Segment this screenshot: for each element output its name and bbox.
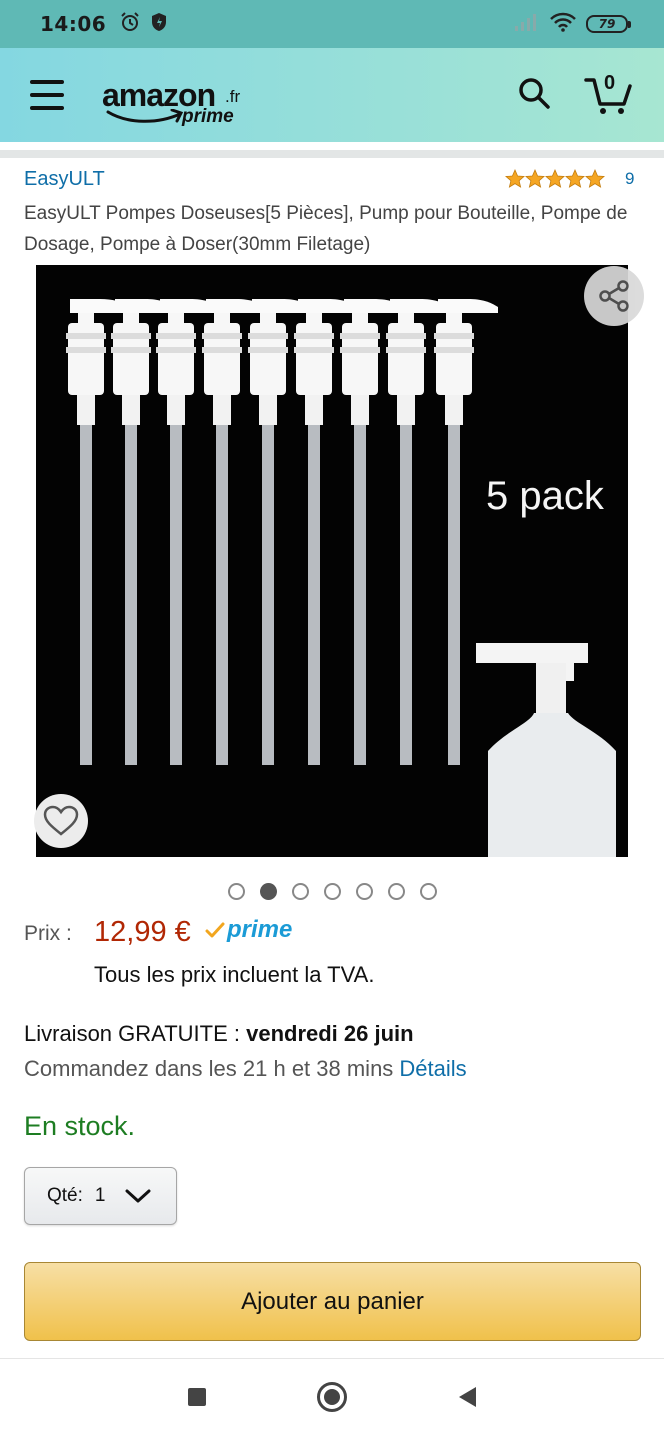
signal-icon — [514, 12, 540, 36]
app-header: amazon .fr prime 0 — [0, 48, 664, 142]
chevron-down-icon — [125, 1188, 151, 1204]
brand-link[interactable]: EasyULT — [24, 168, 105, 191]
rating-stars — [505, 169, 605, 189]
wishlist-button[interactable] — [34, 794, 88, 848]
cart-count: 0 — [604, 72, 616, 94]
carousel-dot[interactable] — [420, 883, 437, 900]
logo-smile-icon — [106, 109, 184, 123]
carousel-dot-active[interactable] — [260, 883, 277, 900]
cart-button[interactable]: 0 — [584, 72, 634, 116]
prime-check-icon — [205, 922, 225, 938]
system-nav-bar — [0, 1359, 664, 1439]
back-icon[interactable] — [456, 1385, 478, 1413]
heart-icon — [43, 805, 79, 836]
quantity-dropdown[interactable]: Qté: 1 — [24, 1167, 177, 1225]
rating-count[interactable]: 9 — [625, 169, 634, 189]
carousel-dot[interactable] — [324, 883, 341, 900]
shield-icon — [150, 12, 168, 36]
price-label: Prix : — [24, 922, 72, 945]
prime-label: prime — [227, 916, 293, 943]
carousel-dot[interactable] — [388, 883, 405, 900]
share-button[interactable] — [584, 266, 644, 326]
amazon-prime-logo[interactable]: amazon .fr prime — [102, 65, 252, 127]
alarm-icon — [120, 12, 140, 36]
delivery-date: vendredi 26 juin — [246, 1021, 414, 1046]
wifi-icon — [550, 12, 576, 36]
prime-badge: prime — [205, 916, 292, 944]
details-link[interactable]: Détails — [399, 1056, 466, 1081]
quantity-label: Qté: — [47, 1185, 83, 1206]
add-to-cart-button[interactable]: Ajouter au panier — [24, 1262, 641, 1341]
header-divider — [0, 150, 664, 158]
status-bar: 14:06 79 — [0, 0, 664, 48]
carousel-dot[interactable] — [356, 883, 373, 900]
order-within: Commandez dans les 21 h et 38 mins Détai… — [24, 1056, 467, 1082]
delivery-info: Livraison GRATUITE : vendredi 26 juin — [24, 1021, 414, 1047]
price-value: 12,99 € — [94, 916, 191, 948]
battery-icon: 79 — [586, 15, 631, 33]
pump-illustration — [66, 299, 616, 857]
menu-icon[interactable] — [30, 80, 64, 110]
image-pack-label: 5 pack — [486, 474, 604, 518]
quantity-value: 1 — [94, 1185, 106, 1206]
product-title: EasyULT Pompes Doseuses[5 Pièces], Pump … — [24, 203, 628, 255]
order-within-text: Commandez dans les 21 h et 38 mins — [24, 1056, 400, 1081]
share-icon — [599, 280, 629, 312]
image-carousel-dots[interactable] — [228, 883, 437, 900]
recents-icon[interactable] — [186, 1386, 208, 1412]
delivery-prefix: Livraison GRATUITE : — [24, 1021, 247, 1046]
logo-suffix: .fr — [225, 87, 241, 106]
status-time: 14:06 — [40, 12, 107, 36]
rating[interactable]: 9 — [505, 169, 634, 189]
search-icon[interactable] — [518, 77, 550, 113]
stock-status: En stock. — [24, 1111, 136, 1141]
home-icon[interactable] — [316, 1381, 348, 1417]
vat-note: Tous les prix incluent la TVA. — [94, 962, 375, 987]
logo-prime: prime — [182, 106, 234, 127]
product-image[interactable] — [36, 265, 628, 857]
carousel-dot[interactable] — [228, 883, 245, 900]
carousel-dot[interactable] — [292, 883, 309, 900]
